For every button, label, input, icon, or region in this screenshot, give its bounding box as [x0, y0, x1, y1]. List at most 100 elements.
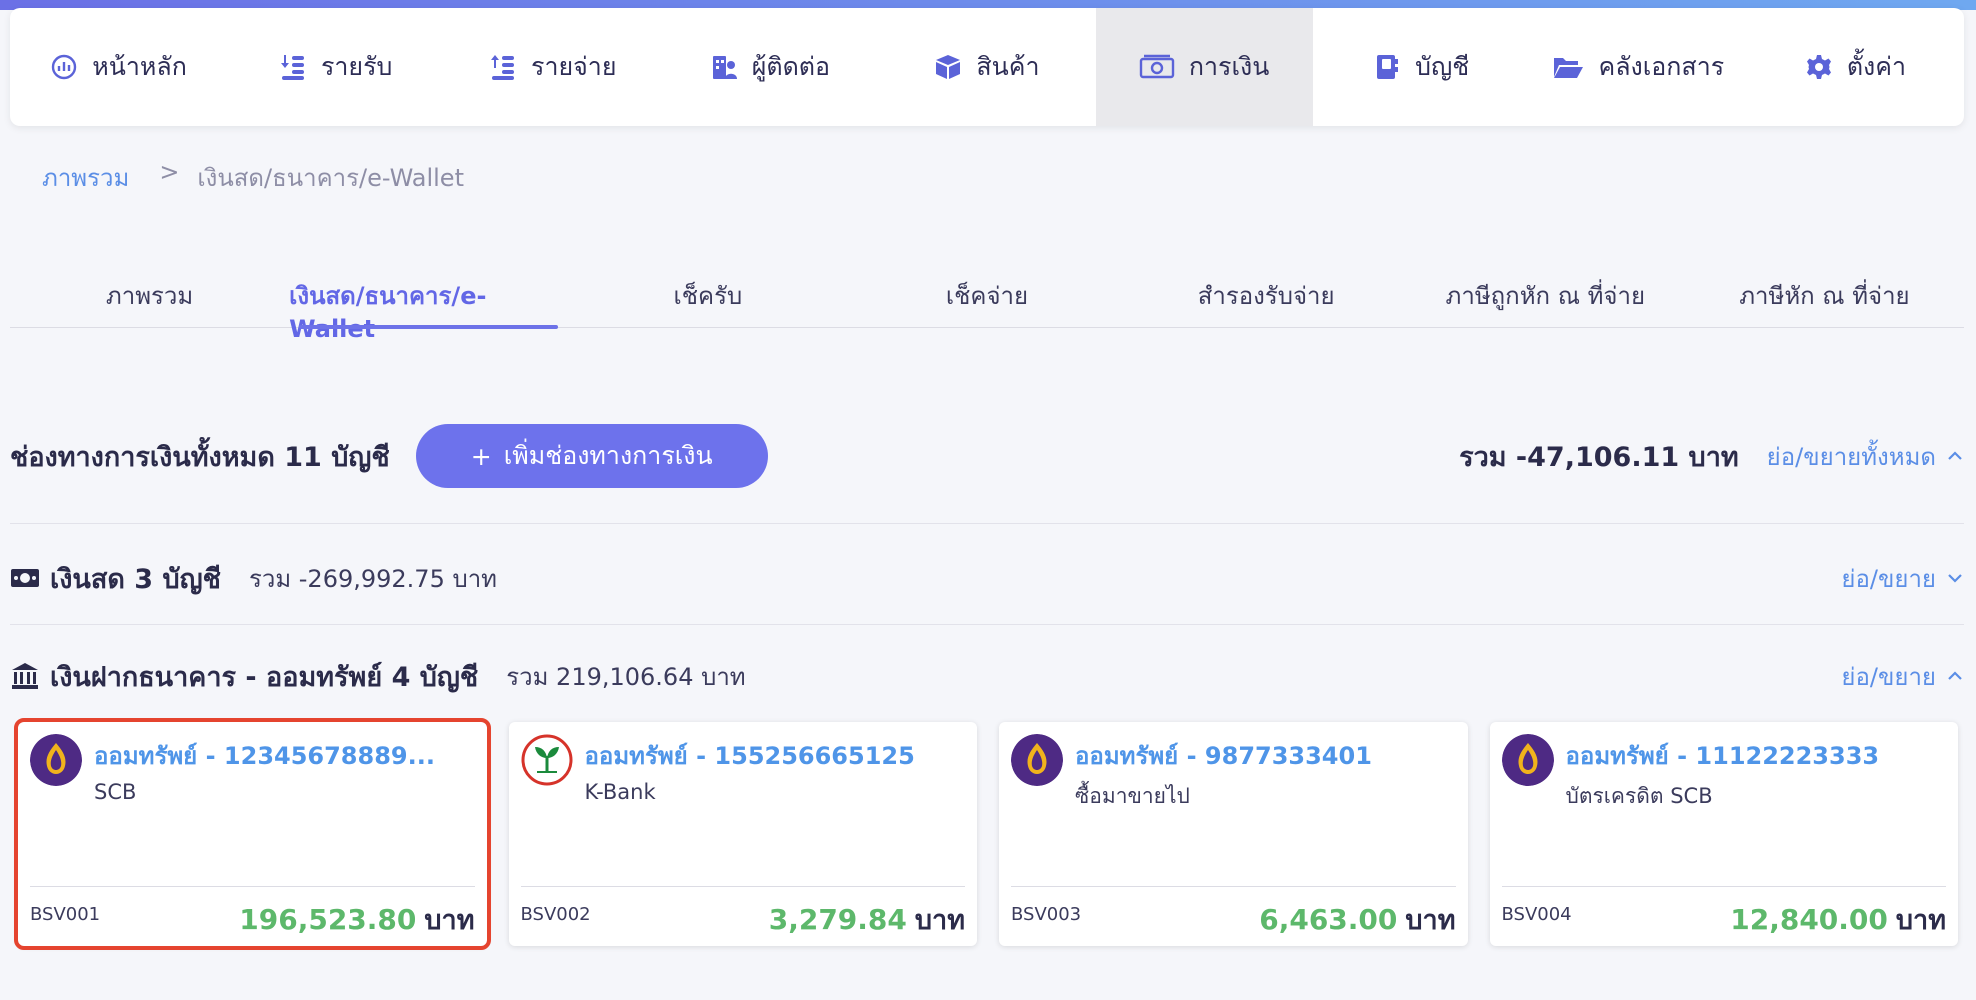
account-card[interactable]: ออมทรัพย์ - 155256665125 K-Bank BSV002 3…: [508, 722, 977, 946]
bank-toggle-link[interactable]: ย่อ/ขยาย: [1841, 657, 1964, 696]
balance-unit: บาท: [1405, 905, 1456, 936]
balance-value: 196,523.80: [239, 903, 417, 936]
balance-unit: บาท: [914, 905, 965, 936]
chevron-up-icon: [1948, 671, 1962, 680]
nav-item-expense[interactable]: รายจ่าย: [444, 8, 661, 126]
expense-icon: [489, 53, 517, 81]
divider: [10, 624, 1964, 625]
nav-label: การเงิน: [1188, 52, 1270, 81]
tab-overview[interactable]: ภาพรวม: [10, 268, 289, 327]
card-divider: [1501, 886, 1946, 887]
cash-toggle-link[interactable]: ย่อ/ขยาย: [1841, 559, 1964, 598]
account-title: ออมทรัพย์ - 9877333401: [1075, 742, 1372, 770]
breadcrumb: ภาพรวม > เงินสด/ธนาคาร/e-Wallet: [42, 158, 464, 197]
box-icon: [934, 53, 962, 81]
nav-item-products[interactable]: สินค้า: [878, 8, 1095, 126]
account-code: BSV002: [520, 904, 591, 925]
account-bank-name: K-Bank: [584, 780, 656, 804]
tab-cash-bank-ewallet[interactable]: เงินสด/ธนาคาร/e-Wallet: [289, 268, 568, 343]
balance-unit: บาท: [1895, 905, 1946, 936]
nav-item-home[interactable]: หน้าหลัก: [10, 8, 227, 126]
divider: [10, 523, 1964, 524]
tab-cheque-received[interactable]: เช็ครับ: [568, 268, 847, 327]
breadcrumb-root-link[interactable]: ภาพรวม: [42, 158, 129, 197]
gear-icon: [1805, 53, 1833, 81]
add-channel-button[interactable]: + เพิ่มช่องทางการเงิน: [415, 424, 768, 488]
account-bank-name: SCB: [94, 780, 137, 804]
account-card[interactable]: ออมทรัพย์ - 9877333401 ซื้อมาขายไป BSV00…: [999, 722, 1468, 946]
bank-section-sum: รวม 219,106.64 บาท: [506, 662, 746, 691]
tab-cheque-paid[interactable]: เช็คจ่าย: [847, 268, 1126, 327]
account-code: BSV004: [1501, 904, 1572, 925]
nav-item-income[interactable]: รายรับ: [227, 8, 444, 126]
tab-petty-cash[interactable]: สำรองรับจ่าย: [1127, 268, 1406, 327]
card-divider: [30, 886, 475, 887]
account-code: BSV001: [30, 904, 101, 925]
cash-section-header: เงินสด 3 บัญชี รวม -269,992.75 บาท ย่อ/ข…: [10, 554, 1964, 602]
tab-wht-paid[interactable]: ภาษีหัก ณ ที่จ่าย: [1685, 268, 1964, 327]
bank-toggle-label: ย่อ/ขยาย: [1841, 662, 1936, 691]
dashboard-icon: [50, 53, 78, 81]
folder-icon: [1552, 53, 1584, 81]
plus-icon: +: [470, 441, 492, 471]
balance-unit: บาท: [424, 905, 475, 936]
cash-toggle-label: ย่อ/ขยาย: [1841, 564, 1936, 593]
chevron-down-icon: [1948, 574, 1962, 583]
scb-logo-icon: [1011, 734, 1063, 786]
account-card[interactable]: ออมทรัพย์ - 12345678889... SCB BSV001 19…: [14, 718, 491, 950]
balance-value: 12,840.00: [1730, 903, 1888, 936]
account-bank-name: บัตรเครดิต SCB: [1565, 784, 1713, 808]
cash-section-title: เงินสด 3 บัญชี: [50, 563, 221, 595]
nav-item-settings[interactable]: ตั้งค่า: [1747, 8, 1964, 126]
breadcrumb-current: เงินสด/ธนาคาร/e-Wallet: [197, 164, 464, 192]
summary-title: ช่องทางการเงินทั้งหมด 11 บัญชี: [10, 441, 390, 473]
chevron-up-icon: [1948, 451, 1962, 460]
add-channel-label: เพิ่มช่องทางการเงิน: [503, 441, 713, 470]
card-divider: [1011, 886, 1456, 887]
nav-label: รายจ่าย: [531, 52, 617, 81]
balance-value: 3,279.84: [768, 903, 907, 936]
nav-item-documents[interactable]: คลังเอกสาร: [1530, 8, 1747, 126]
bank-account-cards: ออมทรัพย์ - 12345678889... SCB BSV001 19…: [14, 718, 1958, 950]
nav-label: คลังเอกสาร: [1598, 52, 1725, 81]
nav-label: รายรับ: [320, 52, 393, 81]
nav-item-contacts[interactable]: ผู้ติดต่อ: [661, 8, 878, 126]
scb-logo-icon: [1501, 734, 1554, 786]
account-title: ออมทรัพย์ - 11122223333: [1565, 742, 1880, 770]
money-icon: [1139, 53, 1175, 81]
nav-label: ตั้งค่า: [1846, 52, 1907, 81]
nav-label: ผู้ติดต่อ: [751, 52, 831, 81]
contacts-icon: [710, 53, 738, 81]
nav-label: หน้าหลัก: [92, 52, 187, 81]
account-balance: 12,840.00 บาท: [1730, 898, 1946, 941]
nav-item-ledger[interactable]: บัญชี: [1313, 8, 1530, 126]
toggle-all-link[interactable]: ย่อ/ขยายทั้งหมด: [1767, 437, 1964, 476]
account-title: ออมทรัพย์ - 155256665125: [584, 742, 915, 770]
account-balance: 3,279.84 บาท: [769, 898, 965, 941]
nav-label: สินค้า: [976, 52, 1040, 81]
ledger-icon: [1373, 53, 1401, 81]
bank-icon: [10, 661, 40, 691]
kbank-logo-icon: [521, 734, 572, 786]
tab-wht-received[interactable]: ภาษีถูกหัก ณ ที่จ่าย: [1406, 268, 1685, 327]
money-icon: [10, 563, 40, 593]
bank-section-header: เงินฝากธนาคาร - ออมทรัพย์ 4 บัญชี รวม 21…: [10, 652, 1964, 700]
summary-total: รวม -47,106.11 บาท: [1459, 441, 1739, 473]
toggle-all-label: ย่อ/ขยายทั้งหมด: [1766, 442, 1936, 471]
account-bank-name: ซื้อมาขายไป: [1075, 784, 1190, 808]
cash-section-sum: รวม -269,992.75 บาท: [248, 564, 498, 593]
account-balance: 6,463.00 บาท: [1259, 898, 1455, 941]
account-balance: 196,523.80 บาท: [239, 898, 474, 941]
main-nav: หน้าหลัก รายรับ รายจ่าย ผู้ติดต่อ สินค้า…: [10, 8, 1964, 126]
bank-section-title: เงินฝากธนาคาร - ออมทรัพย์ 4 บัญชี: [50, 661, 479, 693]
balance-value: 6,463.00: [1259, 903, 1398, 936]
account-card[interactable]: ออมทรัพย์ - 11122223333 บัตรเครดิต SCB B…: [1489, 722, 1958, 946]
scb-logo-icon: [30, 734, 82, 786]
account-title: ออมทรัพย์ - 12345678889...: [94, 742, 435, 770]
finance-subtabs: ภาพรวม เงินสด/ธนาคาร/e-Wallet เช็ครับ เช…: [10, 268, 1964, 343]
nav-item-finance[interactable]: การเงิน: [1095, 8, 1313, 126]
account-code: BSV003: [1011, 904, 1082, 925]
card-divider: [520, 886, 965, 887]
summary-row: ช่องทางการเงินทั้งหมด 11 บัญชี + เพิ่มช่…: [10, 424, 1964, 488]
nav-label: บัญชี: [1415, 52, 1470, 81]
